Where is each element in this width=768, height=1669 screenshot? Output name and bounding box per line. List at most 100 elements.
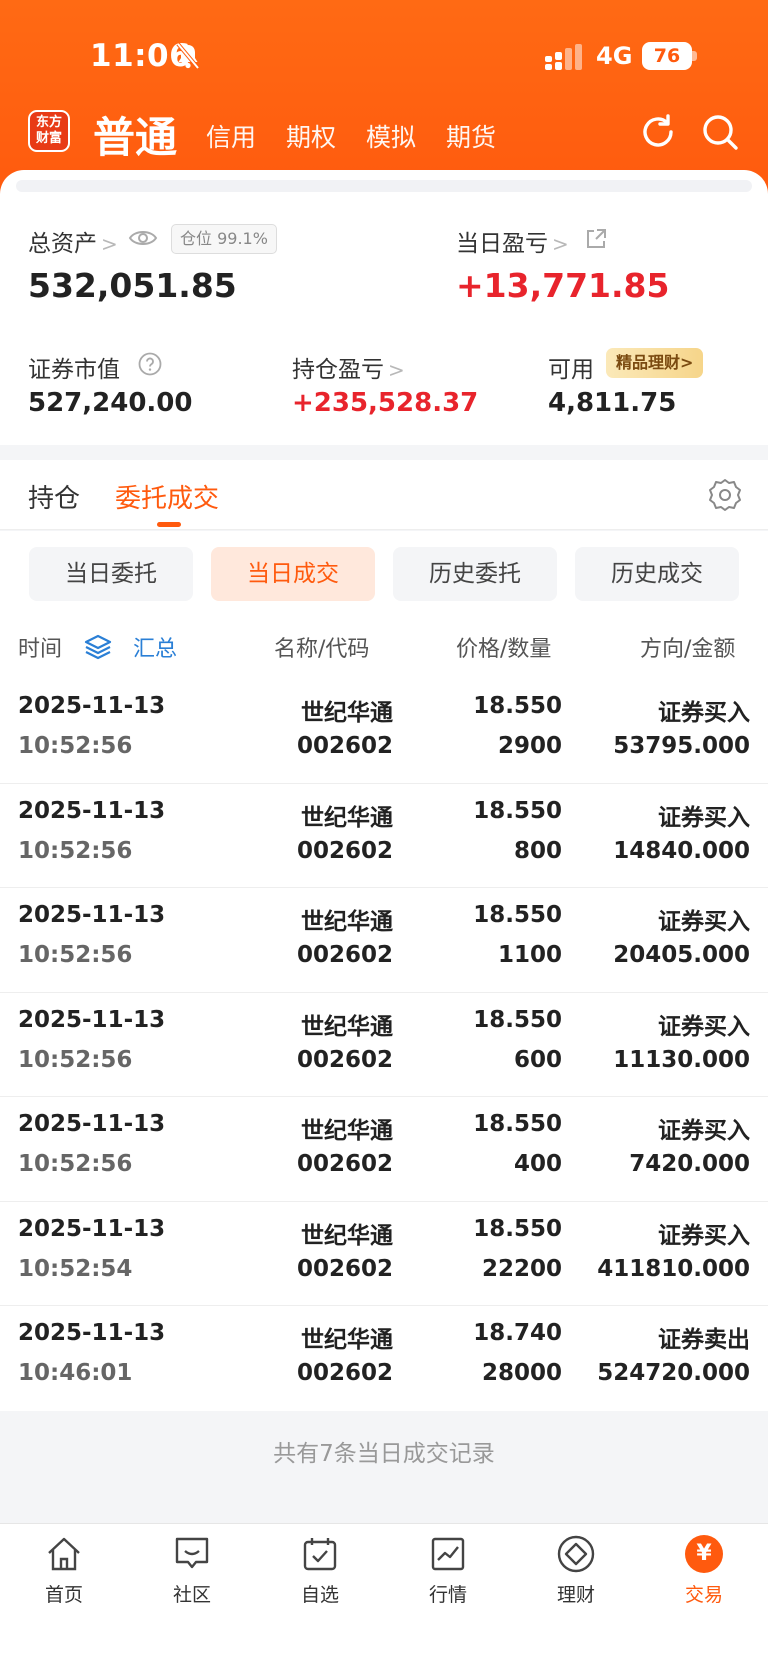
trade-quantity: 2900 <box>497 733 562 759</box>
segment-today-orders[interactable]: 当日委托 <box>29 547 193 601</box>
layers-icon[interactable] <box>84 633 112 661</box>
table-row[interactable]: 2025-11-13 10:52:56 世纪华通 002602 18.550 1… <box>0 888 768 993</box>
tab-options[interactable]: 期权 <box>286 118 336 154</box>
available-value: 4,811.75 <box>548 388 677 418</box>
stock-name: 世纪华通 <box>301 700 393 726</box>
market-value: 527,240.00 <box>28 388 193 418</box>
table-row[interactable]: 2025-11-13 10:52:56 世纪华通 002602 18.550 8… <box>0 784 768 888</box>
trade-date: 2025-11-13 <box>18 1006 166 1033</box>
trade-direction: 证券买入 <box>658 1013 750 1040</box>
trade-quantity: 800 <box>513 837 562 864</box>
tab-simulation[interactable]: 模拟 <box>366 118 416 154</box>
checklist-icon <box>303 1538 337 1571</box>
table-row[interactable]: 2025-11-13 10:46:01 世纪华通 002602 18.740 2… <box>0 1306 768 1411</box>
nav-market-label: 行情 <box>428 1584 467 1606</box>
segment-control: 当日委托 当日成交 历史委托 历史成交 <box>0 531 768 611</box>
nav-home[interactable]: 首页 <box>14 1534 114 1607</box>
trade-quantity: 1100 <box>497 942 562 968</box>
stock-code: 002602 <box>296 733 393 759</box>
trade-quantity: 22200 <box>481 1255 562 1282</box>
stock-name: 世纪华通 <box>301 1327 393 1353</box>
chart-icon <box>431 1537 465 1571</box>
available-label: 可用 <box>548 357 594 383</box>
stock-name: 世纪华通 <box>301 804 393 831</box>
trade-price: 18.550 <box>473 1006 562 1033</box>
bell-off-icon <box>176 42 200 70</box>
summary-strip <box>16 180 752 192</box>
section-tabs: 持仓 委托成交 <box>0 460 768 530</box>
trade-price: 18.550 <box>473 1215 562 1242</box>
header-direction-amount: 方向/金额 <box>640 637 736 662</box>
nav-watchlist[interactable]: 自选 <box>270 1534 370 1607</box>
app-logo: 东方财富 <box>28 110 70 152</box>
table-row[interactable]: 2025-11-13 10:52:56 世纪华通 002602 18.550 6… <box>0 993 768 1097</box>
trade-price: 18.550 <box>473 693 562 719</box>
stock-code: 002602 <box>296 1046 393 1073</box>
share-icon[interactable] <box>585 228 607 250</box>
trade-date: 2025-11-13 <box>18 797 166 824</box>
refresh-icon[interactable] <box>638 112 678 152</box>
summary-toggle[interactable]: 汇总 <box>133 631 177 663</box>
trade-date: 2025-11-13 <box>18 693 166 719</box>
position-ratio-badge: 仓位 99.1% <box>171 224 277 254</box>
trade-price: 18.740 <box>473 1320 562 1346</box>
holding-pnl-value: +235,528.37 <box>292 388 479 418</box>
nav-trade-label: 交易 <box>684 1584 723 1606</box>
trade-amount: 11130.000 <box>613 1046 750 1073</box>
trade-quantity: 400 <box>513 1151 562 1177</box>
stock-code: 002602 <box>296 1360 393 1386</box>
trade-list: 2025-11-13 10:52:56 世纪华通 002602 18.550 2… <box>0 679 768 1411</box>
table-row[interactable]: 2025-11-13 10:52:56 世纪华通 002602 18.550 2… <box>0 679 768 784</box>
nav-community[interactable]: 社区 <box>142 1534 242 1607</box>
holding-pnl-label[interactable]: 持仓盈亏 > <box>292 350 405 384</box>
trade-price: 18.550 <box>473 797 562 824</box>
daily-pnl-label[interactable]: 当日盈亏 > <box>456 224 569 258</box>
trade-direction: 证券买入 <box>658 804 750 831</box>
trade-price: 18.550 <box>473 902 562 928</box>
tab-holdings[interactable]: 持仓 <box>28 478 80 515</box>
stock-code: 002602 <box>296 1151 393 1177</box>
battery-cap <box>692 51 697 61</box>
market-value-label: 证券市值 <box>28 357 120 383</box>
trade-amount: 14840.000 <box>613 837 750 864</box>
nav-market[interactable]: 行情 <box>398 1534 498 1607</box>
segment-history-trades[interactable]: 历史成交 <box>575 547 739 601</box>
search-icon[interactable] <box>700 112 740 152</box>
header-name-code: 名称/代码 <box>274 637 370 662</box>
nav-home-label: 首页 <box>44 1584 83 1606</box>
nav-trade[interactable]: ¥ 交易 <box>654 1534 754 1607</box>
total-assets-label[interactable]: 总资产 > <box>28 224 118 258</box>
stock-name: 世纪华通 <box>301 1222 393 1249</box>
nav-wealth-label: 理财 <box>556 1584 595 1606</box>
gear-icon[interactable] <box>708 478 742 512</box>
header-price-qty: 价格/数量 <box>456 637 552 662</box>
stock-name: 世纪华通 <box>301 909 393 935</box>
table-row[interactable]: 2025-11-13 10:52:56 世纪华通 002602 18.550 4… <box>0 1097 768 1202</box>
segment-today-trades[interactable]: 当日成交 <box>211 547 375 601</box>
trade-date: 2025-11-13 <box>18 1111 166 1137</box>
table-header: 时间 汇总 名称/代码 价格/数量 方向/金额 <box>0 611 768 679</box>
eye-icon[interactable] <box>128 227 158 249</box>
trade-date: 2025-11-13 <box>18 902 166 928</box>
tab-orders-trades[interactable]: 委托成交 <box>115 478 219 515</box>
stock-code: 002602 <box>296 942 393 968</box>
trade-amount: 7420.000 <box>629 1151 750 1177</box>
trade-direction: 证券卖出 <box>658 1327 750 1353</box>
help-icon[interactable] <box>138 352 162 376</box>
home-icon <box>48 1537 80 1571</box>
table-row[interactable]: 2025-11-13 10:52:54 世纪华通 002602 18.550 2… <box>0 1202 768 1306</box>
tab-credit[interactable]: 信用 <box>206 118 256 154</box>
nav-wealth[interactable]: 理财 <box>526 1534 626 1607</box>
segment-history-orders[interactable]: 历史委托 <box>393 547 557 601</box>
diamond-icon <box>557 1535 595 1573</box>
tab-futures[interactable]: 期货 <box>446 118 496 154</box>
battery-indicator: 76 <box>642 42 692 70</box>
tab-regular[interactable]: 普通 <box>93 104 177 165</box>
trade-time: 10:52:56 <box>18 1151 133 1177</box>
header-time[interactable]: 时间 <box>18 631 62 663</box>
trade-direction: 证券买入 <box>658 700 750 726</box>
wealth-management-badge[interactable]: 精品理财> <box>606 348 704 378</box>
trade-time: 10:52:56 <box>18 837 133 864</box>
trade-amount: 524720.000 <box>597 1360 750 1386</box>
nav-community-label: 社区 <box>172 1584 211 1606</box>
